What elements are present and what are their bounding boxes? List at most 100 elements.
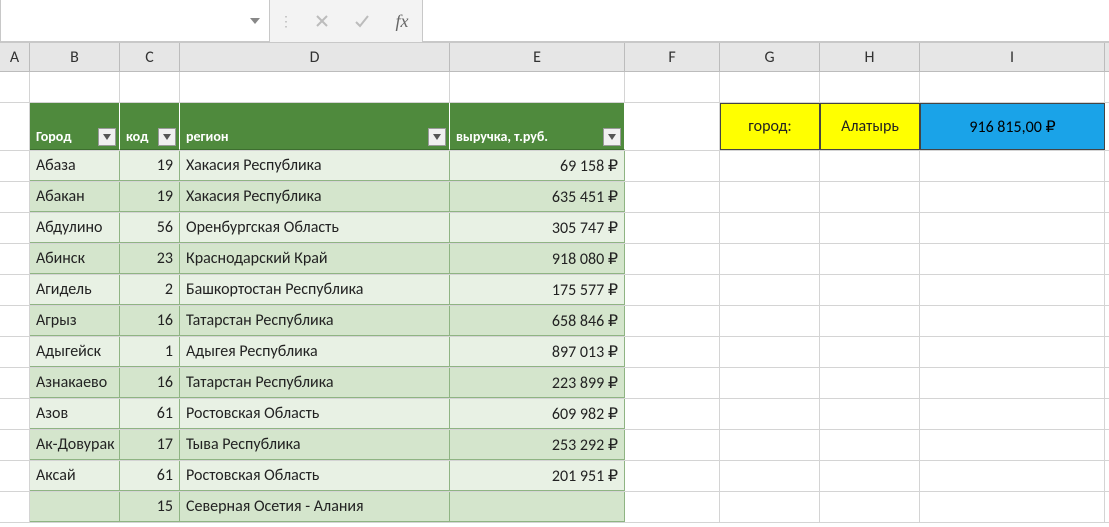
column-header-H[interactable]: H — [820, 43, 920, 71]
cell-I4[interactable] — [920, 182, 1105, 212]
cell-revenue[interactable]: 201 951 ₽ — [450, 461, 625, 491]
lookup-result-cell[interactable]: 916 815,00 ₽ — [920, 103, 1105, 150]
column-header-B[interactable]: B — [30, 43, 120, 71]
cell-G3[interactable] — [720, 151, 820, 181]
cell-I14[interactable] — [920, 492, 1105, 522]
cell-revenue[interactable]: 609 982 ₽ — [450, 399, 625, 429]
cell-code[interactable]: 61 — [120, 399, 180, 429]
column-header-C[interactable]: C — [120, 43, 180, 71]
cell-H12[interactable] — [820, 430, 920, 460]
cell-I10[interactable] — [920, 368, 1105, 398]
cell-F6[interactable] — [625, 244, 720, 274]
cell-G5[interactable] — [720, 213, 820, 243]
column-header-G[interactable]: G — [720, 43, 820, 71]
cell-H9[interactable] — [820, 337, 920, 367]
cell-H11[interactable] — [820, 399, 920, 429]
cell-A13[interactable] — [0, 461, 30, 491]
cell-I6[interactable] — [920, 244, 1105, 274]
cell-F10[interactable] — [625, 368, 720, 398]
filter-button-revenue[interactable] — [603, 128, 621, 146]
cell-G8[interactable] — [720, 306, 820, 336]
cell-code[interactable]: 2 — [120, 275, 180, 305]
cell-F7[interactable] — [625, 275, 720, 305]
cell-city[interactable]: Азов — [30, 399, 120, 429]
name-box-dropdown-icon[interactable] — [247, 13, 263, 29]
cell-A3[interactable] — [0, 151, 30, 181]
cell-G10[interactable] — [720, 368, 820, 398]
filter-button-city[interactable] — [98, 128, 116, 146]
cell-code[interactable]: 23 — [120, 244, 180, 274]
cell-I3[interactable] — [920, 151, 1105, 181]
cell-G14[interactable] — [720, 492, 820, 522]
insert-function-button[interactable]: fx — [382, 0, 422, 42]
cell-code[interactable]: 19 — [120, 182, 180, 212]
cell-G12[interactable] — [720, 430, 820, 460]
cancel-formula-button[interactable] — [302, 0, 342, 42]
cell-G1[interactable] — [720, 72, 820, 102]
table-header-revenue[interactable]: выручка, т.руб. — [450, 103, 625, 150]
cell-A5[interactable] — [0, 213, 30, 243]
cell-D1[interactable] — [180, 72, 450, 102]
cell-H1[interactable] — [820, 72, 920, 102]
cell-revenue[interactable]: 69 158 ₽ — [450, 151, 625, 181]
cell-G13[interactable] — [720, 461, 820, 491]
cell-I9[interactable] — [920, 337, 1105, 367]
formula-input[interactable] — [422, 0, 1109, 42]
cell-code[interactable]: 56 — [120, 213, 180, 243]
cell-A6[interactable] — [0, 244, 30, 274]
cell-F12[interactable] — [625, 430, 720, 460]
cell-city[interactable]: Агрыз — [30, 306, 120, 336]
cell-code[interactable]: 1 — [120, 337, 180, 367]
cell-F9[interactable] — [625, 337, 720, 367]
column-header-D[interactable]: D — [180, 43, 450, 71]
cell-city[interactable]: Ак-Довурак — [30, 430, 120, 460]
filter-button-code[interactable] — [158, 128, 176, 146]
cell-region[interactable]: Адыгея Республика — [180, 337, 450, 367]
cell-city[interactable]: Абаза — [30, 151, 120, 181]
cell-I1[interactable] — [920, 72, 1105, 102]
filter-button-region[interactable] — [428, 128, 446, 146]
cell-F13[interactable] — [625, 461, 720, 491]
cell-F14[interactable] — [625, 492, 720, 522]
cell-code[interactable]: 19 — [120, 151, 180, 181]
cell-A2[interactable] — [0, 103, 30, 150]
cell-revenue[interactable] — [450, 492, 625, 522]
cell-region[interactable]: Северная Осетия - Алания — [180, 492, 450, 522]
cell-I5[interactable] — [920, 213, 1105, 243]
cell-G7[interactable] — [720, 275, 820, 305]
cell-F11[interactable] — [625, 399, 720, 429]
cell-revenue[interactable]: 253 292 ₽ — [450, 430, 625, 460]
cell-H6[interactable] — [820, 244, 920, 274]
cell-B1[interactable] — [30, 72, 120, 102]
cell-region[interactable]: Ростовская Область — [180, 399, 450, 429]
cell-A1[interactable] — [0, 72, 30, 102]
cell-H3[interactable] — [820, 151, 920, 181]
cell-city[interactable]: Абакан — [30, 182, 120, 212]
cell-code[interactable]: 16 — [120, 368, 180, 398]
cell-A10[interactable] — [0, 368, 30, 398]
cell-code[interactable]: 16 — [120, 306, 180, 336]
cell-city[interactable]: Адыгейск — [30, 337, 120, 367]
cell-region[interactable]: Татарстан Республика — [180, 306, 450, 336]
cell-revenue[interactable]: 658 846 ₽ — [450, 306, 625, 336]
cell-city[interactable]: Азнакаево — [30, 368, 120, 398]
cell-A7[interactable] — [0, 275, 30, 305]
cell-revenue[interactable]: 918 080 ₽ — [450, 244, 625, 274]
column-header-F[interactable]: F — [625, 43, 720, 71]
cell-A8[interactable] — [0, 306, 30, 336]
cell-F2[interactable] — [625, 103, 720, 150]
cell-A14[interactable] — [0, 492, 30, 522]
cell-A12[interactable] — [0, 430, 30, 460]
cell-F4[interactable] — [625, 182, 720, 212]
cell-I13[interactable] — [920, 461, 1105, 491]
cell-city[interactable]: Абдулино — [30, 213, 120, 243]
cell-code[interactable]: 61 — [120, 461, 180, 491]
cell-region[interactable]: Хакасия Республика — [180, 151, 450, 181]
cell-E1[interactable] — [450, 72, 625, 102]
cell-region[interactable]: Татарстан Республика — [180, 368, 450, 398]
cell-city[interactable] — [30, 492, 120, 522]
column-header-I[interactable]: I — [920, 43, 1105, 71]
worksheet[interactable]: A B C D E F G H I Город — [0, 43, 1109, 527]
cell-G9[interactable] — [720, 337, 820, 367]
table-header-city[interactable]: Город — [30, 103, 120, 150]
